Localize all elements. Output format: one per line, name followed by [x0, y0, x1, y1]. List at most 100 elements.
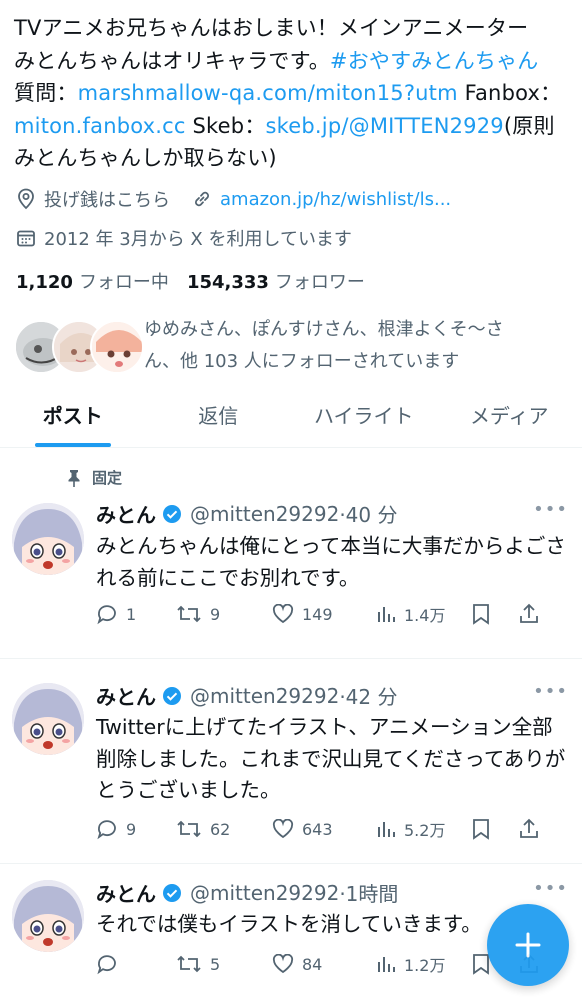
profile-bio: TVアニメお兄ちゃんはおしまい！メインアニメーター みとんちゃんはオリキャラです… [14, 12, 574, 175]
plus-icon [515, 932, 541, 958]
bio-line-2: みとんちゃんはオリキャラです。#おやすみとんちゃん [14, 45, 574, 78]
known-follower-avatars [14, 314, 144, 378]
more-options-icon[interactable]: ••• [533, 681, 568, 702]
fanbox-link[interactable]: miton.fanbox.cc [14, 114, 186, 138]
tab-posts[interactable]: ポスト [0, 390, 146, 447]
known-followers-line-2: ん、他 103 人にフォローされています [144, 351, 460, 372]
followers-label: フォロワー [274, 272, 365, 293]
views-button[interactable]: 5.2万 [376, 817, 472, 841]
author-handle[interactable]: @mitten29292 [190, 502, 339, 526]
repost-button[interactable]: 9 [176, 603, 272, 625]
like-button[interactable]: 149 [272, 604, 376, 624]
tab-media[interactable]: メディア [437, 390, 582, 447]
like-count: 643 [302, 819, 333, 839]
website-item[interactable]: amazon.jp/hz/wishlist/ls... [192, 189, 451, 210]
author-handle[interactable]: @mitten29292 [190, 684, 339, 708]
joined-text: 2012 年 3月から X を利用しています [44, 229, 352, 250]
compose-post-button[interactable] [487, 904, 569, 986]
pinned-label: 固定 [92, 469, 123, 487]
joined-row: 2012 年 3月から X を利用しています [16, 225, 352, 251]
bio-skeb-label: Skeb： [185, 113, 266, 138]
heart-icon [272, 954, 294, 974]
tweet[interactable]: 固定 みとん @mitten29292 ·40 分 ••• みとんちゃんは俺にと… [0, 449, 582, 659]
tweet-header: みとん @mitten29292 ·1時間 [96, 878, 398, 907]
author-handle[interactable]: @mitten29292 [190, 881, 339, 905]
share-icon [520, 818, 538, 838]
avatar [90, 320, 144, 374]
followers-link[interactable]: 154,333 フォロワー [187, 268, 365, 294]
bio-line-1: TVアニメお兄ちゃんはおしまい！メインアニメーター [14, 16, 529, 40]
author-name[interactable]: みとん [96, 681, 156, 710]
bookmark-icon [473, 819, 489, 840]
tweet[interactable]: みとん @mitten29292 ·42 分 ••• Twitterに上げてたイ… [0, 659, 582, 864]
verified-badge-icon [163, 686, 181, 705]
following-link[interactable]: 1,120 フォロー中 [16, 268, 169, 294]
profile-meta-row: 投げ銭はこちら amazon.jp/hz/wishlist/ls... [16, 186, 473, 212]
tweet-actions: 1 9 149 1.4万 [96, 602, 570, 626]
reply-icon [97, 955, 116, 975]
repost-count: 62 [210, 819, 231, 839]
like-count: 149 [302, 604, 333, 624]
bio-question-label: 質問： [14, 81, 78, 105]
tab-replies[interactable]: 返信 [146, 390, 292, 447]
avatar[interactable] [12, 880, 84, 952]
repost-count: 9 [210, 604, 221, 624]
like-button[interactable]: 643 [272, 819, 376, 839]
reply-button[interactable]: 1 [96, 603, 176, 625]
wishlist-link[interactable]: amazon.jp/hz/wishlist/ls... [220, 189, 451, 210]
bookmark-icon [473, 954, 489, 975]
more-options-icon[interactable]: ••• [533, 878, 568, 899]
repost-button[interactable]: 5 [176, 953, 272, 975]
bio-tail: (原則 [503, 113, 555, 138]
skeb-link[interactable]: skeb.jp/@MITTEN2929 [266, 114, 504, 138]
view-count: 1.4万 [404, 606, 446, 625]
views-button[interactable]: 1.2万 [376, 952, 472, 976]
calendar-icon [17, 230, 35, 247]
bookmark-button[interactable] [472, 603, 518, 625]
heart-icon [272, 604, 294, 624]
reply-button[interactable]: 9 [96, 818, 176, 840]
author-name[interactable]: みとん [96, 878, 156, 907]
view-count: 1.2万 [404, 956, 446, 975]
share-button[interactable] [518, 818, 540, 840]
share-button[interactable] [518, 603, 540, 625]
tweet-text: Twitterに上げてたイラスト、アニメーション全部削除しました。これまで沢山見… [96, 715, 566, 802]
repost-icon [177, 820, 201, 838]
heart-icon [272, 819, 294, 839]
tab-highlights[interactable]: ハイライト [291, 390, 437, 447]
following-count: 1,120 [16, 272, 73, 293]
location-pin-icon [18, 188, 34, 210]
pinned-indicator: 固定 [66, 467, 122, 488]
like-button[interactable]: 84 [272, 954, 376, 974]
author-name[interactable]: みとん [96, 499, 156, 528]
verified-badge-icon [163, 504, 181, 523]
repost-count: 5 [210, 954, 221, 974]
reply-count: 1 [126, 604, 137, 624]
avatar[interactable] [12, 503, 84, 575]
location-item: 投げ銭はこちら [16, 186, 170, 212]
followers-count: 154,333 [186, 272, 269, 293]
repost-button[interactable]: 62 [176, 818, 272, 840]
views-button[interactable]: 1.4万 [376, 602, 472, 626]
bio-text: みとんちゃんはオリキャラです。 [14, 48, 330, 73]
following-label: フォロー中 [78, 272, 169, 293]
repost-icon [177, 605, 201, 623]
views-chart-icon [378, 607, 395, 622]
bio-line-4: miton.fanbox.cc Skeb：skeb.jp/@MITTEN2929… [14, 110, 574, 143]
hashtag-link[interactable]: #おやすみとんちゃん [330, 49, 539, 73]
repost-icon [177, 955, 201, 973]
reply-icon [97, 605, 116, 625]
avatar[interactable] [12, 683, 84, 755]
verified-badge-icon [163, 883, 181, 902]
marshmallow-link[interactable]: marshmallow-qa.com/miton15?utm [78, 81, 458, 105]
reply-button[interactable] [96, 953, 176, 975]
link-icon [195, 191, 209, 207]
more-options-icon[interactable]: ••• [533, 499, 568, 520]
tweet-header: みとん @mitten29292 ·42 分 [96, 681, 398, 710]
bookmark-button[interactable] [472, 818, 518, 840]
tweet-header: みとん @mitten29292 ·40 分 [96, 499, 398, 528]
reply-icon [97, 820, 116, 840]
pin-icon [68, 469, 80, 487]
views-chart-icon [378, 822, 395, 837]
known-followers[interactable]: ゆめみさん、ぽんすけさん、根津よくそ〜さ ん、他 103 人にフォローされていま… [14, 314, 544, 378]
